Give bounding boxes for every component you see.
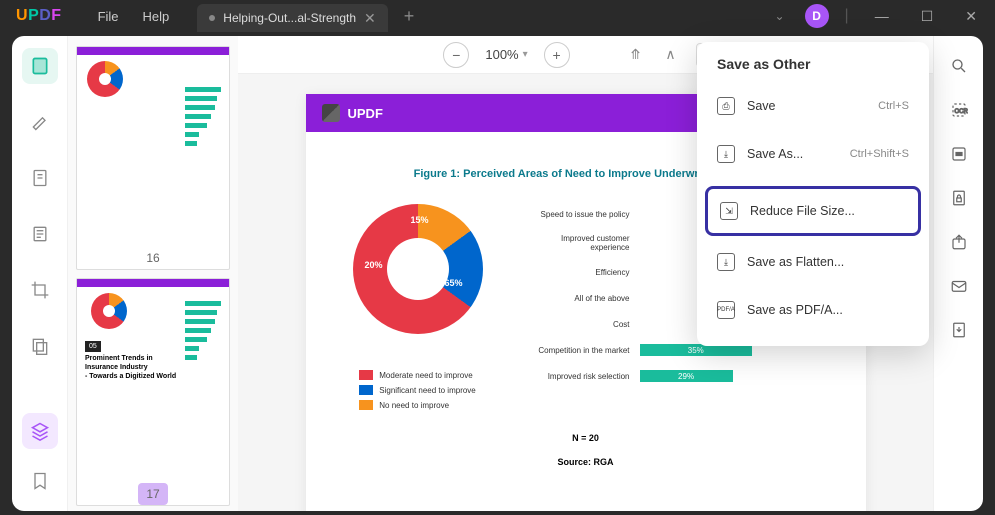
menu-save-flatten[interactable]: ⤓ Save as Flatten... [705, 240, 921, 284]
menu-file[interactable]: File [98, 9, 119, 24]
export-icon[interactable] [949, 320, 969, 340]
tool-reader[interactable] [22, 48, 58, 84]
donut-chart: 15% 20% 65% [353, 204, 483, 334]
tool-bookmark[interactable] [22, 463, 58, 499]
maximize-button[interactable]: ☐ [911, 4, 944, 29]
thumbnail-page-17[interactable]: 05 Prominent Trends in Insurance Industr… [76, 278, 230, 506]
tool-form[interactable] [22, 216, 58, 252]
tool-edit[interactable] [22, 160, 58, 196]
chevron-down-icon[interactable]: ⌄ [766, 5, 792, 27]
minimize-button[interactable]: — [865, 4, 899, 28]
slice-label: 65% [444, 278, 462, 288]
menu-save[interactable]: ⎙ Save Ctrl+S [705, 84, 921, 128]
add-tab-button[interactable]: + [396, 6, 423, 27]
thumb-label-current: 17 [138, 483, 168, 505]
left-toolbar [12, 36, 68, 511]
redact-icon[interactable] [949, 144, 969, 164]
email-icon[interactable] [949, 276, 969, 296]
dropdown-title: Save as Other [705, 56, 921, 84]
avatar[interactable]: D [805, 4, 829, 28]
tool-crop[interactable] [22, 272, 58, 308]
tab-document[interactable]: Helping-Out...al-Strength ✕ [197, 4, 387, 32]
menu-save-as[interactable]: ⤓ Save As... Ctrl+Shift+S [705, 132, 921, 176]
tab-title: Helping-Out...al-Strength [223, 11, 356, 25]
menu-save-pdfa[interactable]: PDF/A Save as PDF/A... [705, 288, 921, 332]
sample-size: N = 20 [338, 433, 834, 443]
slice-label: 15% [411, 215, 429, 225]
pdfa-icon: PDF/A [717, 301, 735, 319]
titlebar: UPDF File Help Helping-Out...al-Strength… [0, 0, 995, 32]
section-badge: 05 [85, 341, 101, 352]
close-button[interactable]: ✕ [955, 4, 987, 29]
save-icon: ⎙ [717, 97, 735, 115]
thumbnail-panel: 16 05 Prominent Trends in Insurance Indu… [68, 36, 238, 511]
tool-layers[interactable] [22, 413, 58, 449]
menu-help[interactable]: Help [143, 9, 170, 24]
protect-icon[interactable] [949, 188, 969, 208]
app-logo: UPDF [16, 7, 62, 25]
chart-legend: Moderate need to improve Significant nee… [359, 370, 476, 415]
shortcut-label: Ctrl+S [878, 100, 909, 112]
save-as-icon: ⤓ [717, 145, 735, 163]
thumb-heading: - Towards a Digitized World [77, 372, 229, 381]
prev-page-icon[interactable]: ∧ [665, 46, 675, 63]
tool-highlight[interactable] [22, 104, 58, 140]
zoom-level[interactable]: 100%▾ [485, 47, 527, 62]
share-icon[interactable] [949, 232, 969, 252]
tool-organize[interactable] [22, 328, 58, 364]
close-icon[interactable]: ✕ [364, 10, 376, 27]
menu-reduce-file-size[interactable]: ⇲ Reduce File Size... [705, 186, 921, 236]
save-as-other-menu: Save as Other ⎙ Save Ctrl+S ⤓ Save As...… [697, 42, 929, 346]
doc-brand: UPDF [348, 106, 383, 121]
zoom-out-button[interactable]: − [443, 42, 469, 68]
right-toolbar: OCR [933, 36, 983, 511]
zoom-in-button[interactable]: + [544, 42, 570, 68]
slice-label: 20% [365, 260, 383, 270]
compress-icon: ⇲ [720, 202, 738, 220]
svg-text:OCR: OCR [954, 109, 968, 115]
ocr-icon[interactable]: OCR [949, 100, 969, 120]
first-page-icon[interactable]: ⤊ [630, 46, 642, 63]
thumb-label: 16 [77, 247, 229, 269]
tab-dirty-indicator [209, 15, 215, 21]
shortcut-label: Ctrl+Shift+S [850, 148, 909, 160]
doc-brand-icon [322, 104, 340, 122]
thumbnail-page-16[interactable]: 16 [76, 46, 230, 270]
thumb-heading: Insurance Industry [77, 363, 229, 372]
source-line: Source: RGA [338, 457, 834, 467]
main-menu: File Help [98, 9, 170, 24]
flatten-icon: ⤓ [717, 253, 735, 271]
search-icon[interactable] [949, 56, 969, 76]
